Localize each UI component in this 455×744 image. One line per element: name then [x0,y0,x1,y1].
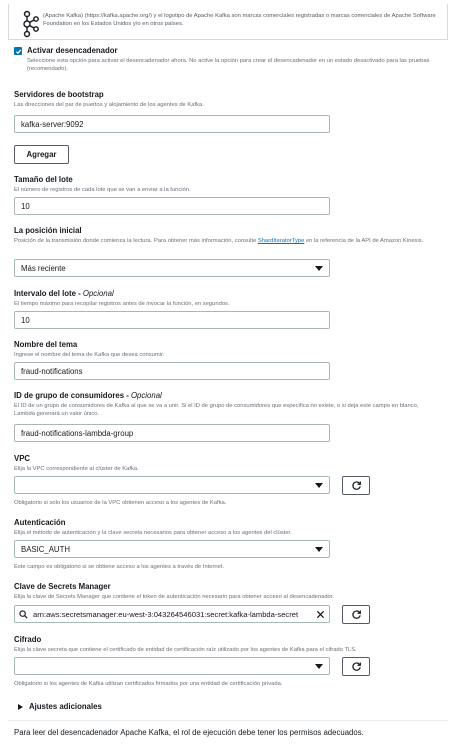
search-icon [19,609,28,619]
clear-icon[interactable] [316,610,325,619]
topic-name-label: Nombre del tema [14,340,78,349]
start-position-label: La posición inicial [14,226,82,235]
auth-select[interactable]: BASIC_AUTH [14,540,330,558]
vpc-label: VPC [14,454,31,463]
vpc-help: Obligatorio si solo los usuarios de la V… [14,500,227,506]
batch-size-input[interactable]: 10 [14,197,330,215]
encryption-refresh-button[interactable] [342,657,370,676]
kafka-notice-text: (Apache Kafka) (https://kafka.apache.org… [43,13,436,27]
auth-help: Este campo es obligatorio si se obtiene … [14,564,225,570]
caret-down-icon [315,265,323,271]
expand-triangle-icon [18,704,23,710]
batch-size-description: El número de registros de cada lote que … [14,187,191,193]
add-server-button[interactable]: Agregar [14,145,69,164]
activate-trigger-description: Seleccione esta opción para activar el d… [27,58,430,72]
refresh-icon [351,610,361,619]
auth-value: BASIC_AUTH [21,544,70,554]
vpc-description: Elija la VPC correspondiente al clúster … [14,466,139,472]
caret-down-icon [315,482,323,488]
divider [8,720,448,721]
secret-key-label: Clave de Secrets Manager [14,582,111,591]
secret-key-description: Elija la clave de Secrets Manager que co… [14,594,335,600]
permissions-footer-text: Para leer del desencadenador Apache Kafk… [14,728,364,737]
start-position-description: Posición de la transmisión donde comienz… [14,238,424,244]
secret-key-value: arn:aws:secretsmanager:eu-west-3:0432645… [33,609,299,619]
batch-window-description: El tiempo máximo para recopilar registro… [14,301,230,307]
activate-trigger-checkbox[interactable] [14,47,22,55]
encryption-help: Obligatorio si los agentes de Kafka util… [14,681,283,687]
start-position-select[interactable]: Más reciente [14,259,330,277]
secret-refresh-button[interactable] [342,605,370,624]
topic-name-description: Ingrese el nombre del tema de Kafka que … [14,352,165,358]
bootstrap-servers-description: Las direcciones del par de puertos y alo… [14,102,204,108]
kafka-notice: (Apache Kafka) (https://kafka.apache.org… [8,4,448,40]
caret-down-icon [315,546,323,552]
additional-settings-toggle[interactable]: Ajustes adicionales [18,702,102,712]
activate-trigger-label: Activar desencadenador [27,46,118,55]
secret-key-input[interactable]: arn:aws:secretsmanager:eu-west-3:0432645… [14,605,330,623]
start-position-value: Más reciente [21,263,66,273]
batch-window-label: Intervalo del lote - Opcional [14,289,114,298]
caret-down-icon [315,663,323,669]
check-icon [15,49,21,54]
topic-name-input[interactable]: fraud-notifications [14,362,330,380]
encryption-select[interactable] [14,657,330,675]
consumer-group-input[interactable]: fraud-notifications-lambda-group [14,424,330,442]
batch-window-input[interactable]: 10 [14,311,330,329]
bootstrap-server-input[interactable]: kafka-server:9092 [14,115,330,133]
vpc-refresh-button[interactable] [342,476,370,495]
bootstrap-servers-label: Servidores de bootstrap [14,90,104,99]
encryption-description: Elija la clave secreta que contiene el c… [14,647,357,653]
vpc-select[interactable] [14,476,330,494]
shard-iterator-type-link[interactable]: ShardIteratorType [258,238,304,244]
kafka-logo-icon [23,10,39,38]
auth-description: Elija el método de autenticación y la cl… [14,530,292,536]
auth-label: Autenticación [14,518,66,527]
refresh-icon [351,481,361,490]
encryption-label: Cifrado [14,635,42,644]
consumer-group-label: ID de grupo de consumidores - Opcional [14,391,162,400]
refresh-icon [351,662,361,671]
batch-size-label: Tamaño del lote [14,175,73,184]
consumer-group-description: El ID de un grupo de consumidores de Kaf… [14,403,419,417]
additional-settings-label: Ajustes adicionales [29,702,102,711]
